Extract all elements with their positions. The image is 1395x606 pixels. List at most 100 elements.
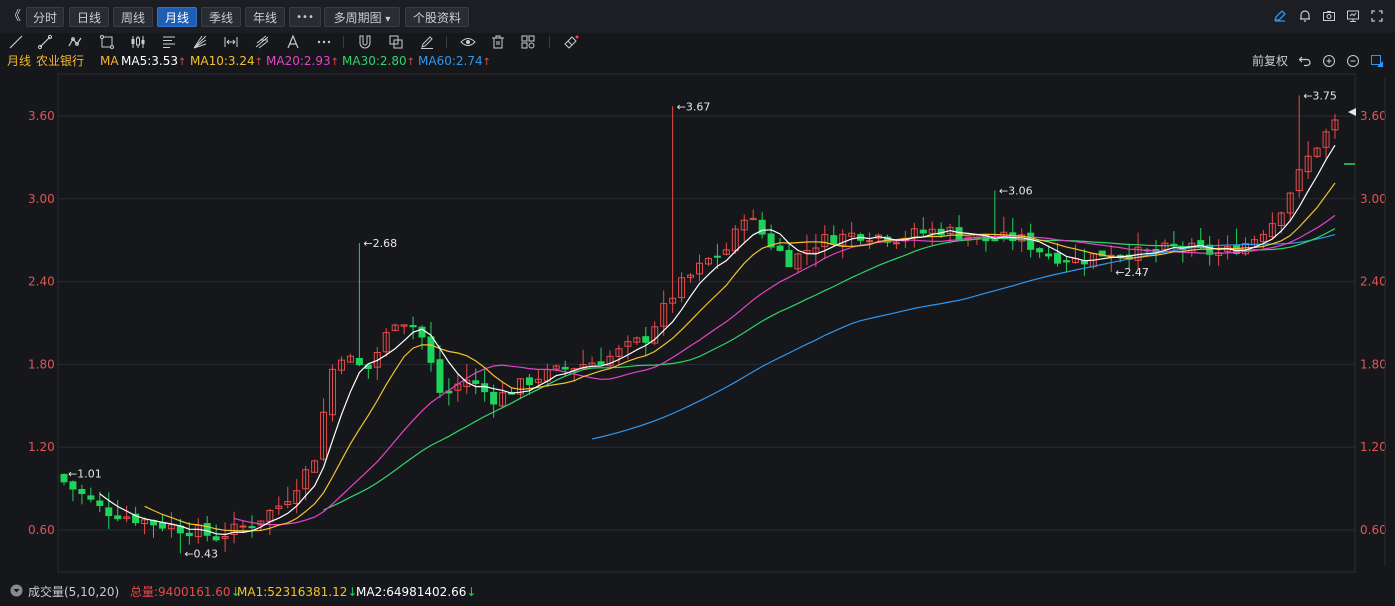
stock-info-button[interactable]: 个股资料	[405, 7, 469, 27]
candle-body	[409, 325, 417, 328]
price-annotation: ←3.06	[999, 185, 1033, 198]
eraser-icon[interactable]	[563, 34, 579, 50]
candle-body	[561, 366, 569, 370]
period-name: 月线	[7, 54, 32, 68]
candle-body	[355, 357, 363, 366]
bell-icon[interactable]	[1298, 9, 1312, 26]
candle-body	[1062, 260, 1070, 263]
period-tab-daily[interactable]: 日线	[69, 7, 109, 27]
candle-body	[866, 240, 874, 243]
volume-indicator-row: 成交量(5,10,20) 总量:9400161.60↓ MA1:52316381…	[0, 580, 1395, 605]
more-tools-icon[interactable]	[316, 34, 332, 50]
price-annotation: ←3.75	[1303, 89, 1337, 102]
candle-body	[892, 242, 900, 245]
candle-body	[830, 235, 838, 245]
period-tab-intraday[interactable]: 分时	[26, 7, 64, 27]
toolbar-divider	[343, 36, 344, 48]
measure-tool-icon[interactable]	[223, 34, 239, 50]
eye-icon[interactable]	[460, 34, 476, 50]
candle-body	[114, 515, 122, 520]
price-annotation: ←1.01	[68, 467, 102, 480]
candle-body	[490, 391, 498, 405]
pen-icon[interactable]	[419, 34, 435, 50]
y-tick-label-right: 1.80	[1360, 357, 1387, 371]
up-arrow-icon: ↑	[482, 57, 491, 68]
price-annotation: ←2.47	[1115, 266, 1149, 279]
y-tick-label-left: 2.40	[28, 275, 55, 289]
magnet-icon[interactable]	[357, 34, 373, 50]
volume-ma2-text: MA2:64981402.66	[356, 585, 467, 599]
price-annotation: ←2.68	[363, 237, 397, 250]
period-tab-yearly[interactable]: 年线	[245, 7, 285, 27]
up-arrow-icon: ↑	[330, 57, 339, 68]
candle-body	[1080, 260, 1088, 265]
more-periods-button[interactable]: •••	[289, 7, 321, 27]
edit-icon[interactable]	[1273, 9, 1287, 26]
ma30-text: MA30:2.80	[342, 54, 407, 68]
candle-body	[87, 495, 95, 500]
adjust-dropdown[interactable]: 前复权	[1252, 52, 1288, 70]
volume-label[interactable]: 成交量(5,10,20)	[28, 580, 119, 605]
polyline-tool-icon[interactable]	[67, 34, 83, 50]
undo-icon[interactable]	[1298, 54, 1312, 73]
up-arrow-icon: ↑	[177, 57, 187, 68]
period-tab-weekly[interactable]: 周线	[113, 7, 153, 27]
price-annotation: ←0.43	[184, 547, 218, 560]
toolbar-divider	[549, 36, 550, 48]
candle-body	[785, 249, 793, 268]
ma60-text: MA60:2.74	[418, 54, 483, 68]
candle-body	[212, 536, 220, 541]
candle-body	[642, 336, 650, 343]
multi-period-dropdown[interactable]: 多周期图 ▾	[324, 7, 400, 27]
line-tool-icon[interactable]	[8, 34, 24, 50]
rect-tool-icon[interactable]	[99, 34, 115, 50]
candle-body	[919, 229, 927, 234]
chart-settings-icon[interactable]	[1370, 54, 1384, 73]
multi-period-label: 多周期图	[333, 11, 382, 25]
ma-indicator-row: 月线 农业银行 MA MA5:3.53↑ MA10:3.24↑ MA20:2.9…	[0, 52, 1395, 70]
collapse-sidebar-icon[interactable]: 《	[8, 8, 22, 26]
layout-icon[interactable]	[520, 34, 536, 50]
ma30-value: MA30:2.80↑	[342, 52, 415, 72]
candlestick-chart[interactable]: 3.60 3.60 3.00 3.00 2.40 2.40 1.80 1.80 1.20 1.20…	[0, 72, 1395, 580]
period-tab-monthly[interactable]: 月线	[157, 7, 197, 27]
candle-body	[60, 473, 68, 483]
text-tool-icon[interactable]	[285, 34, 301, 50]
period-toolbar: 《 分时 日线 周线 月线 季线 年线 ••• 多周期图 ▾ 个股资料	[0, 0, 1395, 33]
ma20-value: MA20:2.93↑	[266, 52, 339, 72]
candle-body	[1036, 248, 1044, 253]
period-tab-quarterly[interactable]: 季线	[201, 7, 241, 27]
zoom-out-icon[interactable]	[1346, 54, 1360, 73]
candle-body	[713, 255, 721, 258]
price-annotation: ←3.67	[677, 100, 711, 113]
monitor-icon[interactable]	[1346, 9, 1360, 26]
collapse-volume-icon[interactable]	[10, 581, 23, 606]
y-tick-label-left: 3.00	[28, 192, 55, 206]
candle-tool-icon[interactable]	[130, 34, 146, 50]
clone-icon[interactable]	[388, 34, 404, 50]
ma5-value: MA5:3.53↑	[121, 52, 186, 72]
y-tick-label-left: 1.20	[28, 440, 55, 454]
camera-icon[interactable]	[1322, 9, 1336, 26]
volume-ma1-text: MA1:52316381.12	[237, 585, 348, 599]
fib-tool-icon[interactable]	[161, 34, 177, 50]
trash-icon[interactable]	[490, 34, 506, 50]
candle-body	[597, 361, 605, 366]
candle-body	[158, 522, 166, 529]
candle-body	[248, 526, 256, 529]
y-tick-label-right: 1.20	[1360, 440, 1387, 454]
gann-tool-icon[interactable]	[192, 34, 208, 50]
zoom-in-icon[interactable]	[1322, 54, 1336, 73]
candle-body	[427, 336, 435, 363]
ma5-line	[99, 144, 1336, 536]
ma10-line	[144, 182, 1336, 532]
ma10-text: MA10:3.24	[190, 54, 255, 68]
ma-label[interactable]: MA	[100, 52, 119, 70]
candle-body	[1045, 253, 1053, 257]
ma5-text: MA5:3.53	[121, 54, 178, 68]
ray-tool-icon[interactable]	[37, 34, 53, 50]
fullscreen-icon[interactable]	[1370, 9, 1384, 26]
y-tick-label-right: 3.00	[1360, 192, 1387, 206]
candle-body	[481, 383, 489, 393]
pitchfork-tool-icon[interactable]	[254, 34, 270, 50]
